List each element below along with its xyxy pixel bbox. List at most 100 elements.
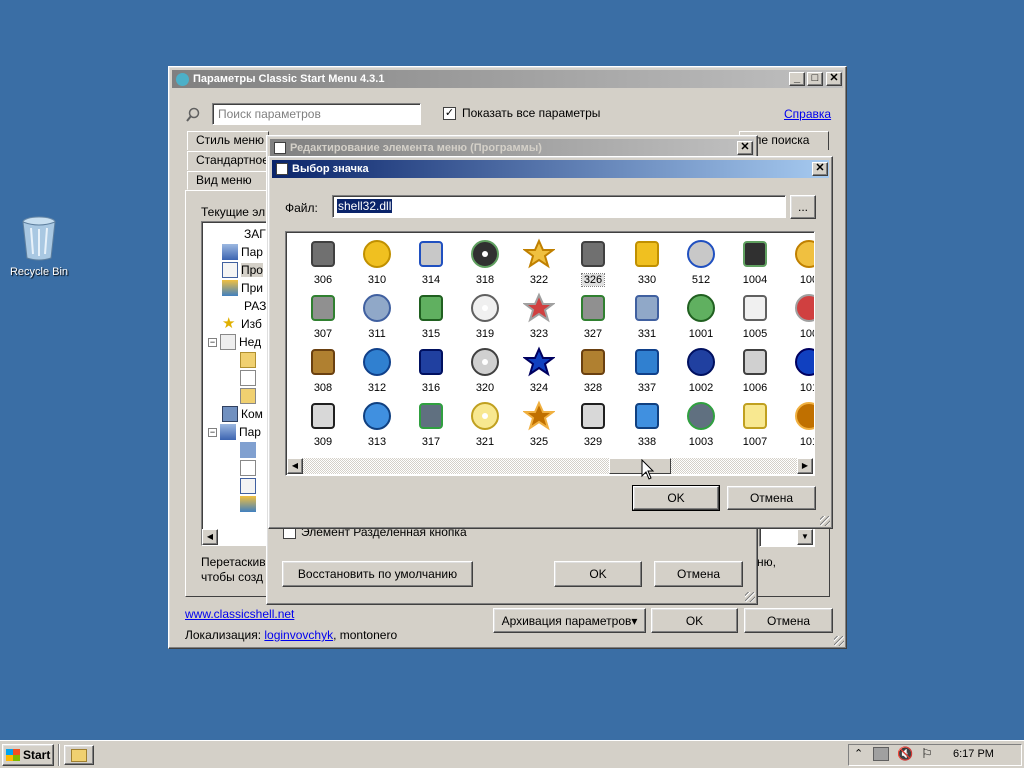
- settings-cancel-button[interactable]: Отмена: [744, 608, 833, 633]
- tab-menu-style[interactable]: Стиль меню: [187, 131, 269, 150]
- clock[interactable]: 6:17 PM: [953, 748, 994, 760]
- scroll-thumb[interactable]: [609, 458, 671, 474]
- icon-option[interactable]: 320: [462, 344, 508, 396]
- icon-option[interactable]: 101: [786, 344, 814, 396]
- icon-ok-button[interactable]: OK: [632, 485, 720, 511]
- icon-option[interactable]: 101: [786, 398, 814, 450]
- icon-option[interactable]: 329: [570, 398, 616, 450]
- start-button[interactable]: Start: [2, 744, 54, 766]
- tree-item[interactable]: [240, 441, 259, 459]
- maximize-button[interactable]: □: [807, 72, 823, 86]
- tree-item[interactable]: Про: [222, 261, 263, 279]
- tab-menu-view[interactable]: Вид меню: [187, 171, 269, 190]
- icon-option[interactable]: 1003: [678, 398, 724, 450]
- icon-option[interactable]: 328: [570, 344, 616, 396]
- icon-option[interactable]: 327: [570, 290, 616, 342]
- icon-option[interactable]: 338: [624, 398, 670, 450]
- icon-option-label: 1006: [742, 382, 768, 394]
- localization-link[interactable]: loginvovchyk: [264, 628, 333, 642]
- dropdown-arrow[interactable]: ▼: [797, 529, 813, 545]
- volume-tray-icon[interactable]: 🔇: [897, 746, 913, 762]
- icon-option[interactable]: 100: [786, 290, 814, 342]
- tree-item[interactable]: При: [222, 279, 263, 297]
- icon-option[interactable]: 323: [516, 290, 562, 342]
- action-center-flag-icon[interactable]: ⚐: [921, 746, 933, 762]
- collapse-icon[interactable]: −: [208, 337, 217, 347]
- icon-option[interactable]: 331: [624, 290, 670, 342]
- icon-option[interactable]: 319: [462, 290, 508, 342]
- icon-option[interactable]: 314: [408, 236, 454, 288]
- browse-button[interactable]: ...: [790, 195, 816, 219]
- icon-option[interactable]: 313: [354, 398, 400, 450]
- icon-option[interactable]: 322: [516, 236, 562, 288]
- icon-option[interactable]: 312: [354, 344, 400, 396]
- icon-option[interactable]: 309: [300, 398, 346, 450]
- icon-picker-close-button[interactable]: ✕: [812, 162, 828, 176]
- icon-option[interactable]: 1005: [732, 290, 778, 342]
- show-all-checkbox[interactable]: ✓: [443, 107, 456, 120]
- settings-ok-button[interactable]: OK: [651, 608, 738, 633]
- icon-picker-resize-grip[interactable]: [820, 516, 830, 526]
- tree-item[interactable]: [240, 477, 259, 495]
- resize-grip[interactable]: [834, 636, 844, 646]
- tab-standard[interactable]: Стандартное: [187, 151, 269, 170]
- website-link[interactable]: www.classicshell.net: [185, 607, 294, 621]
- tree-scroll-left[interactable]: ◀: [202, 529, 218, 545]
- show-hidden-icons-icon[interactable]: ⌃: [854, 747, 863, 760]
- icon-option[interactable]: 315: [408, 290, 454, 342]
- icon-option[interactable]: 311: [354, 290, 400, 342]
- tree-item[interactable]: [240, 351, 259, 369]
- backup-settings-button[interactable]: Архивация параметров▾: [493, 608, 646, 633]
- collapse-icon[interactable]: −: [208, 427, 217, 437]
- horizontal-scrollbar[interactable]: [287, 458, 813, 474]
- icon-option[interactable]: 321: [462, 398, 508, 450]
- quicklaunch-explorer-button[interactable]: [64, 745, 94, 765]
- tree-item[interactable]: [240, 459, 259, 477]
- edit-ok-button[interactable]: OK: [554, 561, 642, 587]
- network-tray-icon[interactable]: [873, 747, 889, 761]
- scroll-right-button[interactable]: ▶: [797, 458, 813, 474]
- recycle-bin-shortcut[interactable]: Recycle Bin: [8, 214, 70, 284]
- icon-option[interactable]: 1006: [732, 344, 778, 396]
- icon-option[interactable]: 310: [354, 236, 400, 288]
- restore-defaults-button[interactable]: Восстановить по умолчанию: [282, 561, 473, 587]
- icon-option[interactable]: 308: [300, 344, 346, 396]
- icon-option[interactable]: 316: [408, 344, 454, 396]
- search-input[interactable]: Поиск параметров: [212, 103, 421, 125]
- scroll-left-button[interactable]: ◀: [287, 458, 303, 474]
- file-input[interactable]: shell32.dll: [332, 195, 786, 218]
- icon-option[interactable]: 330: [624, 236, 670, 288]
- icon-option[interactable]: 1004: [732, 236, 778, 288]
- tree-item[interactable]: Ком: [222, 405, 263, 423]
- tree-item[interactable]: − Пар: [208, 423, 261, 441]
- edit-item-close-button[interactable]: ✕: [737, 141, 753, 155]
- tree-item[interactable]: [240, 369, 259, 387]
- icon-option[interactable]: 307: [300, 290, 346, 342]
- icon-option[interactable]: 100: [786, 236, 814, 288]
- tree-item[interactable]: [240, 387, 259, 405]
- tree-item[interactable]: − Нед: [208, 333, 261, 351]
- tree-item[interactable]: ЗАГ: [244, 225, 266, 243]
- icon-option[interactable]: 325: [516, 398, 562, 450]
- icon-option[interactable]: 306: [300, 236, 346, 288]
- close-button[interactable]: ✕: [826, 72, 842, 86]
- tree-item[interactable]: ★ Изб: [222, 315, 262, 333]
- help-link[interactable]: Справка: [784, 107, 831, 121]
- tree-item[interactable]: [240, 495, 259, 513]
- icon-option[interactable]: 1007: [732, 398, 778, 450]
- icon-option[interactable]: 326: [570, 236, 616, 288]
- icon-option[interactable]: 1002: [678, 344, 724, 396]
- tree-item[interactable]: Пар: [222, 243, 263, 261]
- icon-option[interactable]: 318: [462, 236, 508, 288]
- icon-cancel-button[interactable]: Отмена: [727, 486, 816, 510]
- icon-option[interactable]: 1001: [678, 290, 724, 342]
- icon-option[interactable]: 512: [678, 236, 724, 288]
- tree-item[interactable]: РАЗ: [244, 297, 266, 315]
- icon-option[interactable]: 317: [408, 398, 454, 450]
- edit-resize-grip[interactable]: [745, 592, 755, 602]
- icon-option[interactable]: 324: [516, 344, 562, 396]
- minimize-button[interactable]: _: [789, 72, 805, 86]
- icon-grid[interactable]: 306 307 308 309 310 311 312 313 314 315 316 317 318 3…: [285, 231, 815, 476]
- edit-cancel-button[interactable]: Отмена: [654, 561, 743, 587]
- icon-option[interactable]: 337: [624, 344, 670, 396]
